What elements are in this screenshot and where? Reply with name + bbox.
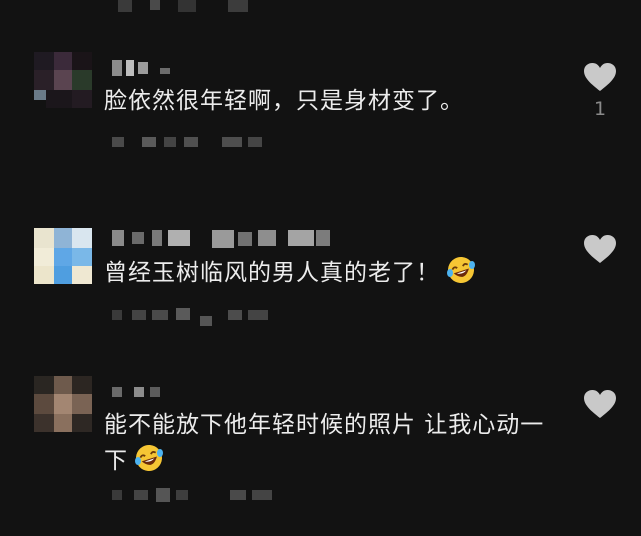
comment-text: 脸依然很年轻啊，只是身材变了。 bbox=[104, 88, 464, 114]
heart-icon bbox=[584, 235, 616, 263]
avatar[interactable] bbox=[34, 52, 92, 108]
laughing-crying-emoji bbox=[446, 255, 476, 285]
pixelated-username bbox=[112, 387, 172, 401]
heart-icon bbox=[584, 63, 616, 91]
avatar[interactable] bbox=[34, 228, 92, 284]
pixelated-username bbox=[112, 230, 332, 250]
comment-text: 曾经玉树临风的男人真的老了！ bbox=[104, 255, 574, 291]
pixelated-meta bbox=[112, 488, 282, 508]
like-count: 1 bbox=[593, 98, 607, 120]
pixelated-meta bbox=[112, 308, 282, 328]
like-button[interactable] bbox=[582, 234, 618, 270]
pixelated-username bbox=[112, 60, 172, 78]
pixelated-meta-top bbox=[118, 0, 278, 14]
comment-text: 能不能放下他年轻时候的照片 让我心动一下 bbox=[104, 412, 545, 474]
pixelated-meta bbox=[112, 137, 282, 151]
laughing-crying-emoji bbox=[134, 443, 164, 473]
avatar[interactable] bbox=[34, 376, 92, 432]
like-button[interactable]: 1 bbox=[582, 62, 618, 120]
heart-icon bbox=[584, 390, 616, 418]
like-button[interactable] bbox=[582, 389, 618, 425]
